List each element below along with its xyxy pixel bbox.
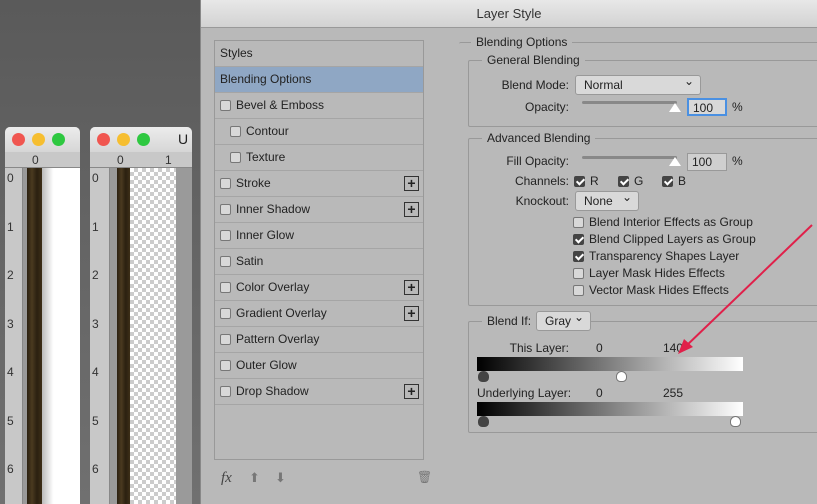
red-arrow-annotation <box>678 224 813 354</box>
